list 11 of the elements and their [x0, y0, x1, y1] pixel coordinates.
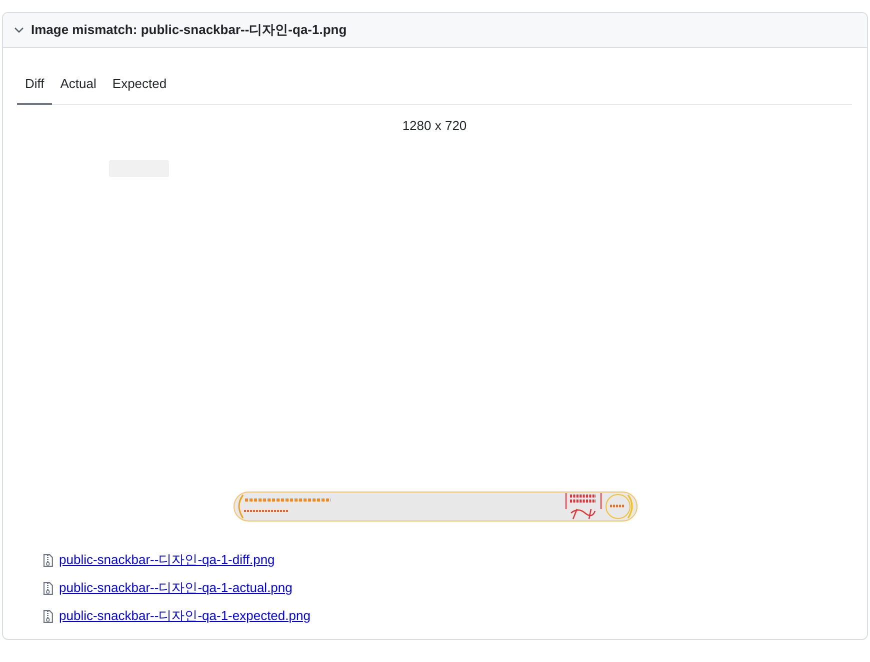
- file-icon: [43, 582, 53, 594]
- file-icon: [43, 610, 53, 622]
- tab[interactable]: Actual: [52, 64, 104, 105]
- tab[interactable]: Diff: [17, 64, 52, 105]
- file-link[interactable]: public-snackbar--디자인-qa-1-actual.png: [59, 579, 292, 597]
- file-link[interactable]: public-snackbar--디자인-qa-1-diff.png: [59, 551, 275, 569]
- tab[interactable]: Expected: [104, 64, 175, 105]
- file-link[interactable]: public-snackbar--디자인-qa-1-expected.png: [59, 607, 310, 625]
- image-dimensions: 1280 x 720: [401, 118, 468, 134]
- panel-title: Image mismatch: public-snackbar--디자인-qa-1.png: [31, 21, 347, 39]
- file-icon: [43, 554, 53, 566]
